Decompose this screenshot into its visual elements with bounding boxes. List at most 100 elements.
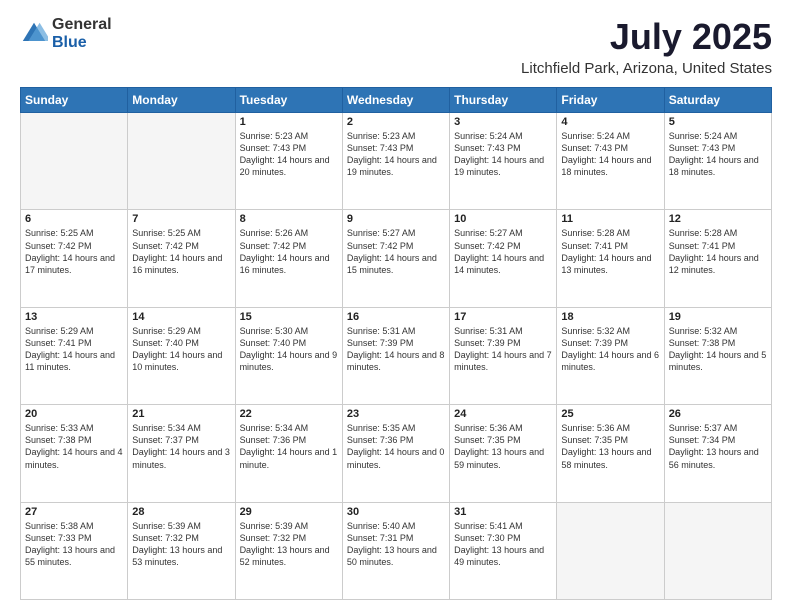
day-number: 11 [561, 213, 659, 225]
logo-text: General Blue [52, 16, 112, 51]
calendar-cell: 8Sunrise: 5:26 AM Sunset: 7:42 PM Daylig… [235, 210, 342, 307]
calendar-cell: 31 Sunrise: 5:41 AM Sunset: 7:30 PM Dayli… [450, 502, 557, 599]
calendar-cell: 16Sunrise: 5:31 AM Sunset: 7:39 PM Dayli… [342, 307, 449, 404]
cell-text: Sunrise: 5:40 AM Sunset: 7:31 PM Dayligh… [347, 520, 445, 569]
cell-text: Sunrise: 5:34 AM Sunset: 7:36 PM Dayligh… [240, 422, 338, 471]
cell-text: Sunrise: 5:33 AM Sunset: 7:38 PM Dayligh… [25, 422, 123, 471]
cell-text: Sunrise: 5:23 AM Sunset: 7:43 PM Dayligh… [347, 130, 445, 179]
cell-text: Sunrise: 5:25 AM Sunset: 7:42 PM Dayligh… [132, 227, 230, 276]
cell-text: Sunrise: 5:28 AM Sunset: 7:41 PM Dayligh… [669, 227, 767, 276]
day-number: 15 [240, 311, 338, 323]
cell-text: Sunrise: 5:29 AM Sunset: 7:40 PM Dayligh… [132, 325, 230, 374]
day-number: 10 [454, 213, 552, 225]
calendar-cell: 18 Sunrise: 5:32 AM Sunset: 7:39 PM Dayli… [557, 307, 664, 404]
calendar-cell [21, 113, 128, 210]
day-number: 5 [669, 116, 767, 128]
day-number: 2 [347, 116, 445, 128]
cell-text: Sunrise: 5:31 AM Sunset: 7:39 PM Dayligh… [454, 325, 552, 374]
main-title: July 2025 [521, 16, 772, 58]
weekday-header-thursday: Thursday [450, 88, 557, 113]
calendar-cell: 4 Sunrise: 5:24 AM Sunset: 7:43 PM Daylig… [557, 113, 664, 210]
week-row-1: 6 Sunrise: 5:25 AM Sunset: 7:42 PM Daylig… [21, 210, 772, 307]
weekday-header-wednesday: Wednesday [342, 88, 449, 113]
day-number: 26 [669, 408, 767, 420]
cell-text: Sunrise: 5:24 AM Sunset: 7:43 PM Dayligh… [454, 130, 552, 179]
logo-general: General [52, 16, 112, 34]
subtitle: Litchfield Park, Arizona, United States [521, 60, 772, 77]
cell-text: Sunrise: 5:32 AM Sunset: 7:39 PM Dayligh… [561, 325, 659, 374]
day-number: 29 [240, 506, 338, 518]
calendar-cell: 11 Sunrise: 5:28 AM Sunset: 7:41 PM Dayli… [557, 210, 664, 307]
weekday-header-friday: Friday [557, 88, 664, 113]
day-number: 1 [240, 116, 338, 128]
cell-text: Sunrise: 5:41 AM Sunset: 7:30 PM Dayligh… [454, 520, 552, 569]
calendar-cell: 19 Sunrise: 5:32 AM Sunset: 7:38 PM Dayli… [664, 307, 771, 404]
day-number: 31 [454, 506, 552, 518]
calendar-cell: 14 Sunrise: 5:29 AM Sunset: 7:40 PM Dayli… [128, 307, 235, 404]
calendar-cell: 25Sunrise: 5:36 AM Sunset: 7:35 PM Dayli… [557, 405, 664, 502]
weekday-header-sunday: Sunday [21, 88, 128, 113]
calendar-cell [664, 502, 771, 599]
cell-text: Sunrise: 5:30 AM Sunset: 7:40 PM Dayligh… [240, 325, 338, 374]
day-number: 28 [132, 506, 230, 518]
calendar-cell [128, 113, 235, 210]
calendar-cell: 22 Sunrise: 5:34 AM Sunset: 7:36 PM Dayli… [235, 405, 342, 502]
cell-text: Sunrise: 5:39 AM Sunset: 7:32 PM Dayligh… [240, 520, 338, 569]
day-number: 3 [454, 116, 552, 128]
cell-text: Sunrise: 5:31 AM Sunset: 7:39 PM Dayligh… [347, 325, 445, 374]
day-number: 19 [669, 311, 767, 323]
calendar-cell: 13 Sunrise: 5:29 AM Sunset: 7:41 PM Dayli… [21, 307, 128, 404]
day-number: 9 [347, 213, 445, 225]
day-number: 25 [561, 408, 659, 420]
cell-text: Sunrise: 5:29 AM Sunset: 7:41 PM Dayligh… [25, 325, 123, 374]
weekday-header-row: SundayMondayTuesdayWednesdayThursdayFrid… [21, 88, 772, 113]
weekday-header-saturday: Saturday [664, 88, 771, 113]
cell-text: Sunrise: 5:37 AM Sunset: 7:34 PM Dayligh… [669, 422, 767, 471]
cell-text: Sunrise: 5:24 AM Sunset: 7:43 PM Dayligh… [561, 130, 659, 179]
cell-text: Sunrise: 5:27 AM Sunset: 7:42 PM Dayligh… [454, 227, 552, 276]
weekday-header-monday: Monday [128, 88, 235, 113]
calendar-cell: 5 Sunrise: 5:24 AM Sunset: 7:43 PM Daylig… [664, 113, 771, 210]
calendar-cell: 29 Sunrise: 5:39 AM Sunset: 7:32 PM Dayli… [235, 502, 342, 599]
week-row-2: 13 Sunrise: 5:29 AM Sunset: 7:41 PM Dayli… [21, 307, 772, 404]
cell-text: Sunrise: 5:24 AM Sunset: 7:43 PM Dayligh… [669, 130, 767, 179]
day-number: 12 [669, 213, 767, 225]
calendar-cell: 24Sunrise: 5:36 AM Sunset: 7:35 PM Dayli… [450, 405, 557, 502]
logo-blue: Blue [52, 34, 112, 52]
cell-text: Sunrise: 5:34 AM Sunset: 7:37 PM Dayligh… [132, 422, 230, 471]
calendar-cell: 10 Sunrise: 5:27 AM Sunset: 7:42 PM Dayli… [450, 210, 557, 307]
day-number: 8 [240, 213, 338, 225]
weekday-header-tuesday: Tuesday [235, 88, 342, 113]
cell-text: Sunrise: 5:35 AM Sunset: 7:36 PM Dayligh… [347, 422, 445, 471]
cell-text: Sunrise: 5:39 AM Sunset: 7:32 PM Dayligh… [132, 520, 230, 569]
calendar-cell: 26 Sunrise: 5:37 AM Sunset: 7:34 PM Dayli… [664, 405, 771, 502]
day-number: 13 [25, 311, 123, 323]
day-number: 21 [132, 408, 230, 420]
day-number: 18 [561, 311, 659, 323]
calendar-cell: 12 Sunrise: 5:28 AM Sunset: 7:41 PM Dayli… [664, 210, 771, 307]
cell-text: Sunrise: 5:36 AM Sunset: 7:35 PM Dayligh… [454, 422, 552, 471]
day-number: 17 [454, 311, 552, 323]
calendar-cell: 6Sunrise: 5:25 AM Sunset: 7:42 PM Daylig… [21, 210, 128, 307]
week-row-4: 27Sunrise: 5:38 AM Sunset: 7:33 PM Dayli… [21, 502, 772, 599]
calendar-cell: 3 Sunrise: 5:24 AM Sunset: 7:43 PM Daylig… [450, 113, 557, 210]
cell-text: Sunrise: 5:32 AM Sunset: 7:38 PM Dayligh… [669, 325, 767, 374]
day-number: 23 [347, 408, 445, 420]
day-number: 20 [25, 408, 123, 420]
calendar-cell: 7Sunrise: 5:25 AM Sunset: 7:42 PM Daylig… [128, 210, 235, 307]
day-number: 4 [561, 116, 659, 128]
cell-text: Sunrise: 5:27 AM Sunset: 7:42 PM Dayligh… [347, 227, 445, 276]
cell-text: Sunrise: 5:28 AM Sunset: 7:41 PM Dayligh… [561, 227, 659, 276]
cell-text: Sunrise: 5:38 AM Sunset: 7:33 PM Dayligh… [25, 520, 123, 569]
logo: General Blue [20, 16, 112, 51]
title-block: July 2025 Litchfield Park, Arizona, Unit… [521, 16, 772, 77]
calendar-table: SundayMondayTuesdayWednesdayThursdayFrid… [20, 87, 772, 600]
day-number: 6 [25, 213, 123, 225]
calendar-cell: 23 Sunrise: 5:35 AM Sunset: 7:36 PM Dayli… [342, 405, 449, 502]
calendar-cell: 17 Sunrise: 5:31 AM Sunset: 7:39 PM Dayli… [450, 307, 557, 404]
day-number: 14 [132, 311, 230, 323]
calendar-cell: 28 Sunrise: 5:39 AM Sunset: 7:32 PM Dayli… [128, 502, 235, 599]
day-number: 22 [240, 408, 338, 420]
header: General Blue July 2025 Litchfield Park, … [20, 16, 772, 77]
week-row-0: 1 Sunrise: 5:23 AM Sunset: 7:43 PM Daylig… [21, 113, 772, 210]
